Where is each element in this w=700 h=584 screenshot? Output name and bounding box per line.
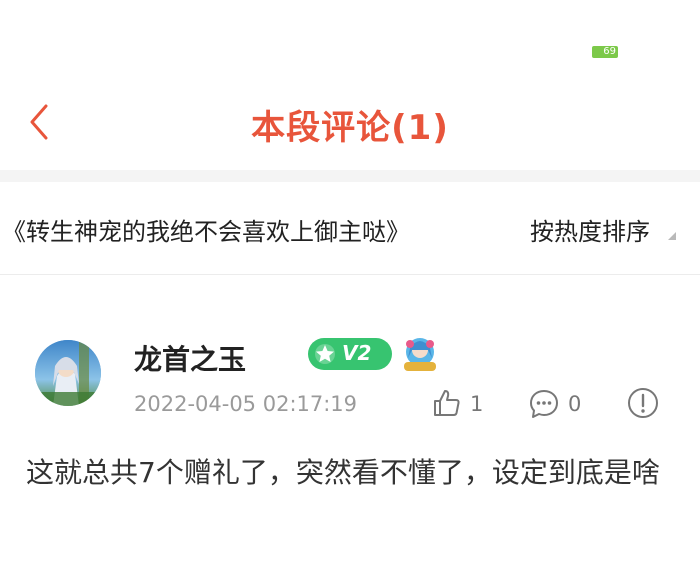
avatar[interactable] (35, 340, 101, 406)
comment-item: 龙首之玉 V2 2022-04-05 02:17:19 1 0 这就总共7个赠礼… (0, 300, 700, 560)
book-info-bar: 《转生神宠的我绝不会喜欢上御主哒》 按热度排序 (0, 182, 700, 275)
avatar-image (35, 340, 101, 406)
comment-timestamp: 2022-04-05 02:17:19 (134, 392, 358, 416)
star-icon (315, 344, 335, 364)
comment-page: 69 本段评论(1) 《转生神宠的我绝不会喜欢上御主哒》 按热度排序 龙首之玉 … (0, 0, 700, 584)
vip-badge: V2 (308, 338, 392, 370)
battery-level: 69 (603, 46, 616, 57)
sort-caret-icon (668, 232, 676, 240)
battery-indicator: 69 (592, 46, 618, 58)
username[interactable]: 龙首之玉 (134, 338, 246, 378)
vip-level: V2 (342, 341, 372, 365)
report-button[interactable] (626, 386, 660, 420)
sort-button[interactable]: 按热度排序 (530, 212, 650, 247)
speech-bubble-icon (530, 390, 558, 418)
page-title: 本段评论(1) (251, 108, 449, 148)
status-bar: 69 (0, 0, 700, 80)
comment-text: 这就总共7个赠礼了，突然看不懂了，设定到底是啥 (26, 456, 660, 489)
book-title: 《转生神宠的我绝不会喜欢上御主哒》 (2, 218, 410, 246)
anime-medal-icon (404, 338, 436, 371)
exclamation-circle-icon (628, 388, 658, 418)
like-count: 1 (470, 392, 484, 416)
section-divider (0, 170, 700, 182)
thumbs-up-icon (434, 390, 460, 416)
top-navigation-bar: 本段评论(1) (0, 80, 700, 170)
reply-count: 0 (568, 392, 582, 416)
